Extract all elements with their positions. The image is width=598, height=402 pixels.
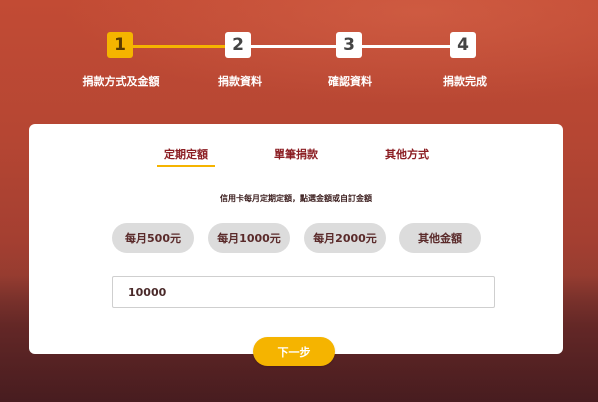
amount-input[interactable]: 10000 <box>112 276 495 308</box>
donation-card: 定期定額 單筆捐款 其他方式 信用卡每月定期定額，點選金額或自訂金額 每月500… <box>29 124 563 354</box>
step-1-badge: 1 <box>107 32 133 58</box>
step-connector-2 <box>251 45 337 48</box>
tab-recurring[interactable]: 定期定額 <box>141 146 231 167</box>
step-2-label: 捐款資料 <box>218 75 262 88</box>
tab-single[interactable]: 單筆捐款 <box>251 146 341 162</box>
next-button[interactable]: 下一步 <box>253 337 335 366</box>
step-1-label: 捐款方式及金額 <box>82 75 160 88</box>
amount-2000-button[interactable]: 每月2000元 <box>304 223 386 253</box>
progress-steps: 1 2 3 4 捐款方式及金額 捐款資料 確認資料 捐款完成 <box>0 0 598 100</box>
amount-500-button[interactable]: 每月500元 <box>112 223 194 253</box>
step-3-badge: 3 <box>336 32 362 58</box>
amount-1000-button[interactable]: 每月1000元 <box>208 223 290 253</box>
step-connector-3 <box>361 45 450 48</box>
step-4-badge: 4 <box>450 32 476 58</box>
step-connector-1 <box>131 45 227 48</box>
step-2-badge: 2 <box>225 32 251 58</box>
amount-other-button[interactable]: 其他金額 <box>399 223 481 253</box>
instruction-text: 信用卡每月定期定額，點選金額或自訂金額 <box>220 194 372 203</box>
tab-other-methods[interactable]: 其他方式 <box>362 146 452 162</box>
step-3-label: 確認資料 <box>328 75 372 88</box>
step-4-label: 捐款完成 <box>443 75 487 88</box>
